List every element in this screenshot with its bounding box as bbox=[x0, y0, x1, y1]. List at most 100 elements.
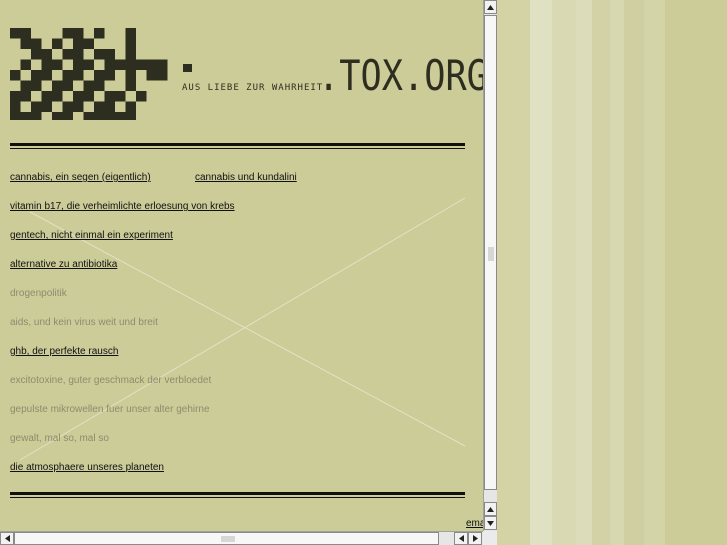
logo-pixel bbox=[83, 112, 94, 120]
logo-pixel bbox=[31, 49, 42, 60]
stripe bbox=[592, 0, 610, 545]
vertical-scroll-thumb[interactable] bbox=[484, 15, 497, 490]
logo-pixel bbox=[136, 91, 147, 102]
logo-pixel bbox=[73, 101, 84, 112]
logo-pixel bbox=[20, 28, 31, 39]
logo-pixel bbox=[125, 38, 136, 49]
logo-pixel bbox=[125, 112, 136, 120]
arrow-left-icon[interactable] bbox=[454, 532, 468, 545]
logo-pixel bbox=[115, 112, 126, 120]
logo-pixel bbox=[94, 101, 105, 112]
stripe bbox=[610, 0, 624, 545]
logo-pixel bbox=[73, 59, 84, 70]
logo-pixel bbox=[125, 49, 136, 60]
stripe bbox=[530, 0, 552, 545]
logo-pixel bbox=[52, 80, 63, 91]
logo-pixel bbox=[41, 49, 52, 60]
menu-link-vitamin-b17[interactable]: vitamin b17, die verheimlichte erloesung… bbox=[10, 201, 235, 213]
logo-pixel bbox=[104, 59, 115, 70]
logo-pixel bbox=[115, 59, 126, 70]
arrow-up-icon[interactable] bbox=[484, 502, 497, 516]
browser-viewport: AUS LIEBE ZUR WAHRHEIT .TOX.ORG cannabis… bbox=[0, 0, 727, 545]
logo-pixel bbox=[125, 59, 136, 70]
logo-pixel bbox=[52, 112, 63, 120]
logo-pixel bbox=[157, 59, 168, 70]
logo-pixel bbox=[73, 38, 84, 49]
logo-pixel bbox=[10, 28, 21, 39]
logo-pixel bbox=[83, 59, 94, 70]
logo-pixel bbox=[20, 80, 31, 91]
logo-pixel bbox=[20, 91, 31, 102]
arrow-right-icon[interactable] bbox=[468, 532, 482, 545]
grip-icon bbox=[221, 536, 235, 542]
logo-pixel bbox=[31, 38, 42, 49]
menu-link-gewalt[interactable]: gewalt, mal so, mal so bbox=[10, 433, 109, 445]
logo-dot bbox=[183, 64, 192, 72]
logo-pixel bbox=[10, 112, 21, 120]
logo-pixel bbox=[31, 70, 42, 81]
logo-pixel bbox=[10, 70, 21, 81]
logo-pixel bbox=[83, 38, 94, 49]
logo-pixel bbox=[62, 70, 73, 81]
logo-pixel bbox=[41, 70, 52, 81]
logo-pixel bbox=[62, 49, 73, 60]
menu-link-excitotoxine[interactable]: excitotoxine, guter geschmack der verblo… bbox=[10, 375, 211, 387]
logo-pixel bbox=[73, 91, 84, 102]
logo-pixel bbox=[52, 59, 63, 70]
logo-pixel bbox=[115, 91, 126, 102]
menu-link-aids[interactable]: aids, und kein virus weit und breit bbox=[10, 317, 158, 329]
logo-pixel bbox=[83, 80, 94, 91]
logo-pixel bbox=[83, 91, 94, 102]
arrow-down-icon[interactable] bbox=[484, 516, 497, 530]
top-divider bbox=[10, 143, 465, 149]
vertical-scrollbar[interactable] bbox=[483, 0, 497, 531]
site-brand: .TOX.ORG bbox=[318, 51, 483, 100]
bottom-divider bbox=[10, 492, 465, 498]
logo-pixel bbox=[136, 59, 147, 70]
logo-pixel bbox=[10, 91, 21, 102]
logo-pixel bbox=[41, 91, 52, 102]
logo-pixel bbox=[62, 101, 73, 112]
logo-pixel bbox=[52, 91, 63, 102]
menu-link-atmosphaere[interactable]: die atmosphaere unseres planeten bbox=[10, 462, 164, 474]
horizontal-scroll-thumb[interactable] bbox=[14, 532, 439, 545]
logo-pixel bbox=[62, 28, 73, 39]
logo-pixel bbox=[125, 101, 136, 112]
arrow-left-icon[interactable] bbox=[0, 532, 14, 545]
logo-pixel bbox=[41, 59, 52, 70]
logo-pixel bbox=[10, 101, 21, 112]
arrow-up-icon[interactable] bbox=[484, 0, 497, 14]
menu-link-ghb[interactable]: ghb, der perfekte rausch bbox=[10, 346, 118, 358]
logo-pixel bbox=[125, 70, 136, 81]
logo-pixel bbox=[31, 112, 42, 120]
logo-pixel bbox=[20, 38, 31, 49]
logo-pixel bbox=[146, 70, 157, 81]
stripe bbox=[497, 0, 530, 545]
logo-pixel bbox=[20, 59, 31, 70]
stripe bbox=[665, 0, 727, 545]
scrollbar-corner bbox=[483, 531, 497, 545]
tagline: AUS LIEBE ZUR WAHRHEIT bbox=[182, 83, 324, 93]
logo-pixel bbox=[104, 91, 115, 102]
logo-pixel bbox=[41, 101, 52, 112]
menu-link-gentech[interactable]: gentech, nicht einmal ein experiment bbox=[10, 230, 173, 242]
horizontal-scrollbar[interactable] bbox=[0, 531, 483, 545]
logo-pixel bbox=[31, 80, 42, 91]
email-link[interactable]: ema bbox=[466, 518, 483, 529]
logo-pixel bbox=[52, 38, 63, 49]
stripe bbox=[576, 0, 592, 545]
logo-pixel bbox=[94, 112, 105, 120]
stripe bbox=[644, 0, 665, 545]
stripe bbox=[624, 0, 644, 545]
menu-link-drogenpolitik[interactable]: drogenpolitik bbox=[10, 288, 67, 300]
menu-link-cannabis-kundalini[interactable]: cannabis und kundalini bbox=[195, 172, 297, 184]
menu-link-cannabis-segen[interactable]: cannabis, ein segen (eigentlich) bbox=[10, 172, 151, 184]
logo-pixel bbox=[20, 112, 31, 120]
menu-link-mikrowellen[interactable]: gepulste mikrowellen fuer unser alter ge… bbox=[10, 404, 210, 416]
logo-pixel bbox=[73, 49, 84, 60]
menu-link-antibiotika[interactable]: alternative zu antibiotika bbox=[10, 259, 117, 271]
logo-pixel bbox=[73, 28, 84, 39]
stripe bbox=[552, 0, 576, 545]
logo-pixel bbox=[104, 70, 115, 81]
logo-pixel bbox=[104, 101, 115, 112]
